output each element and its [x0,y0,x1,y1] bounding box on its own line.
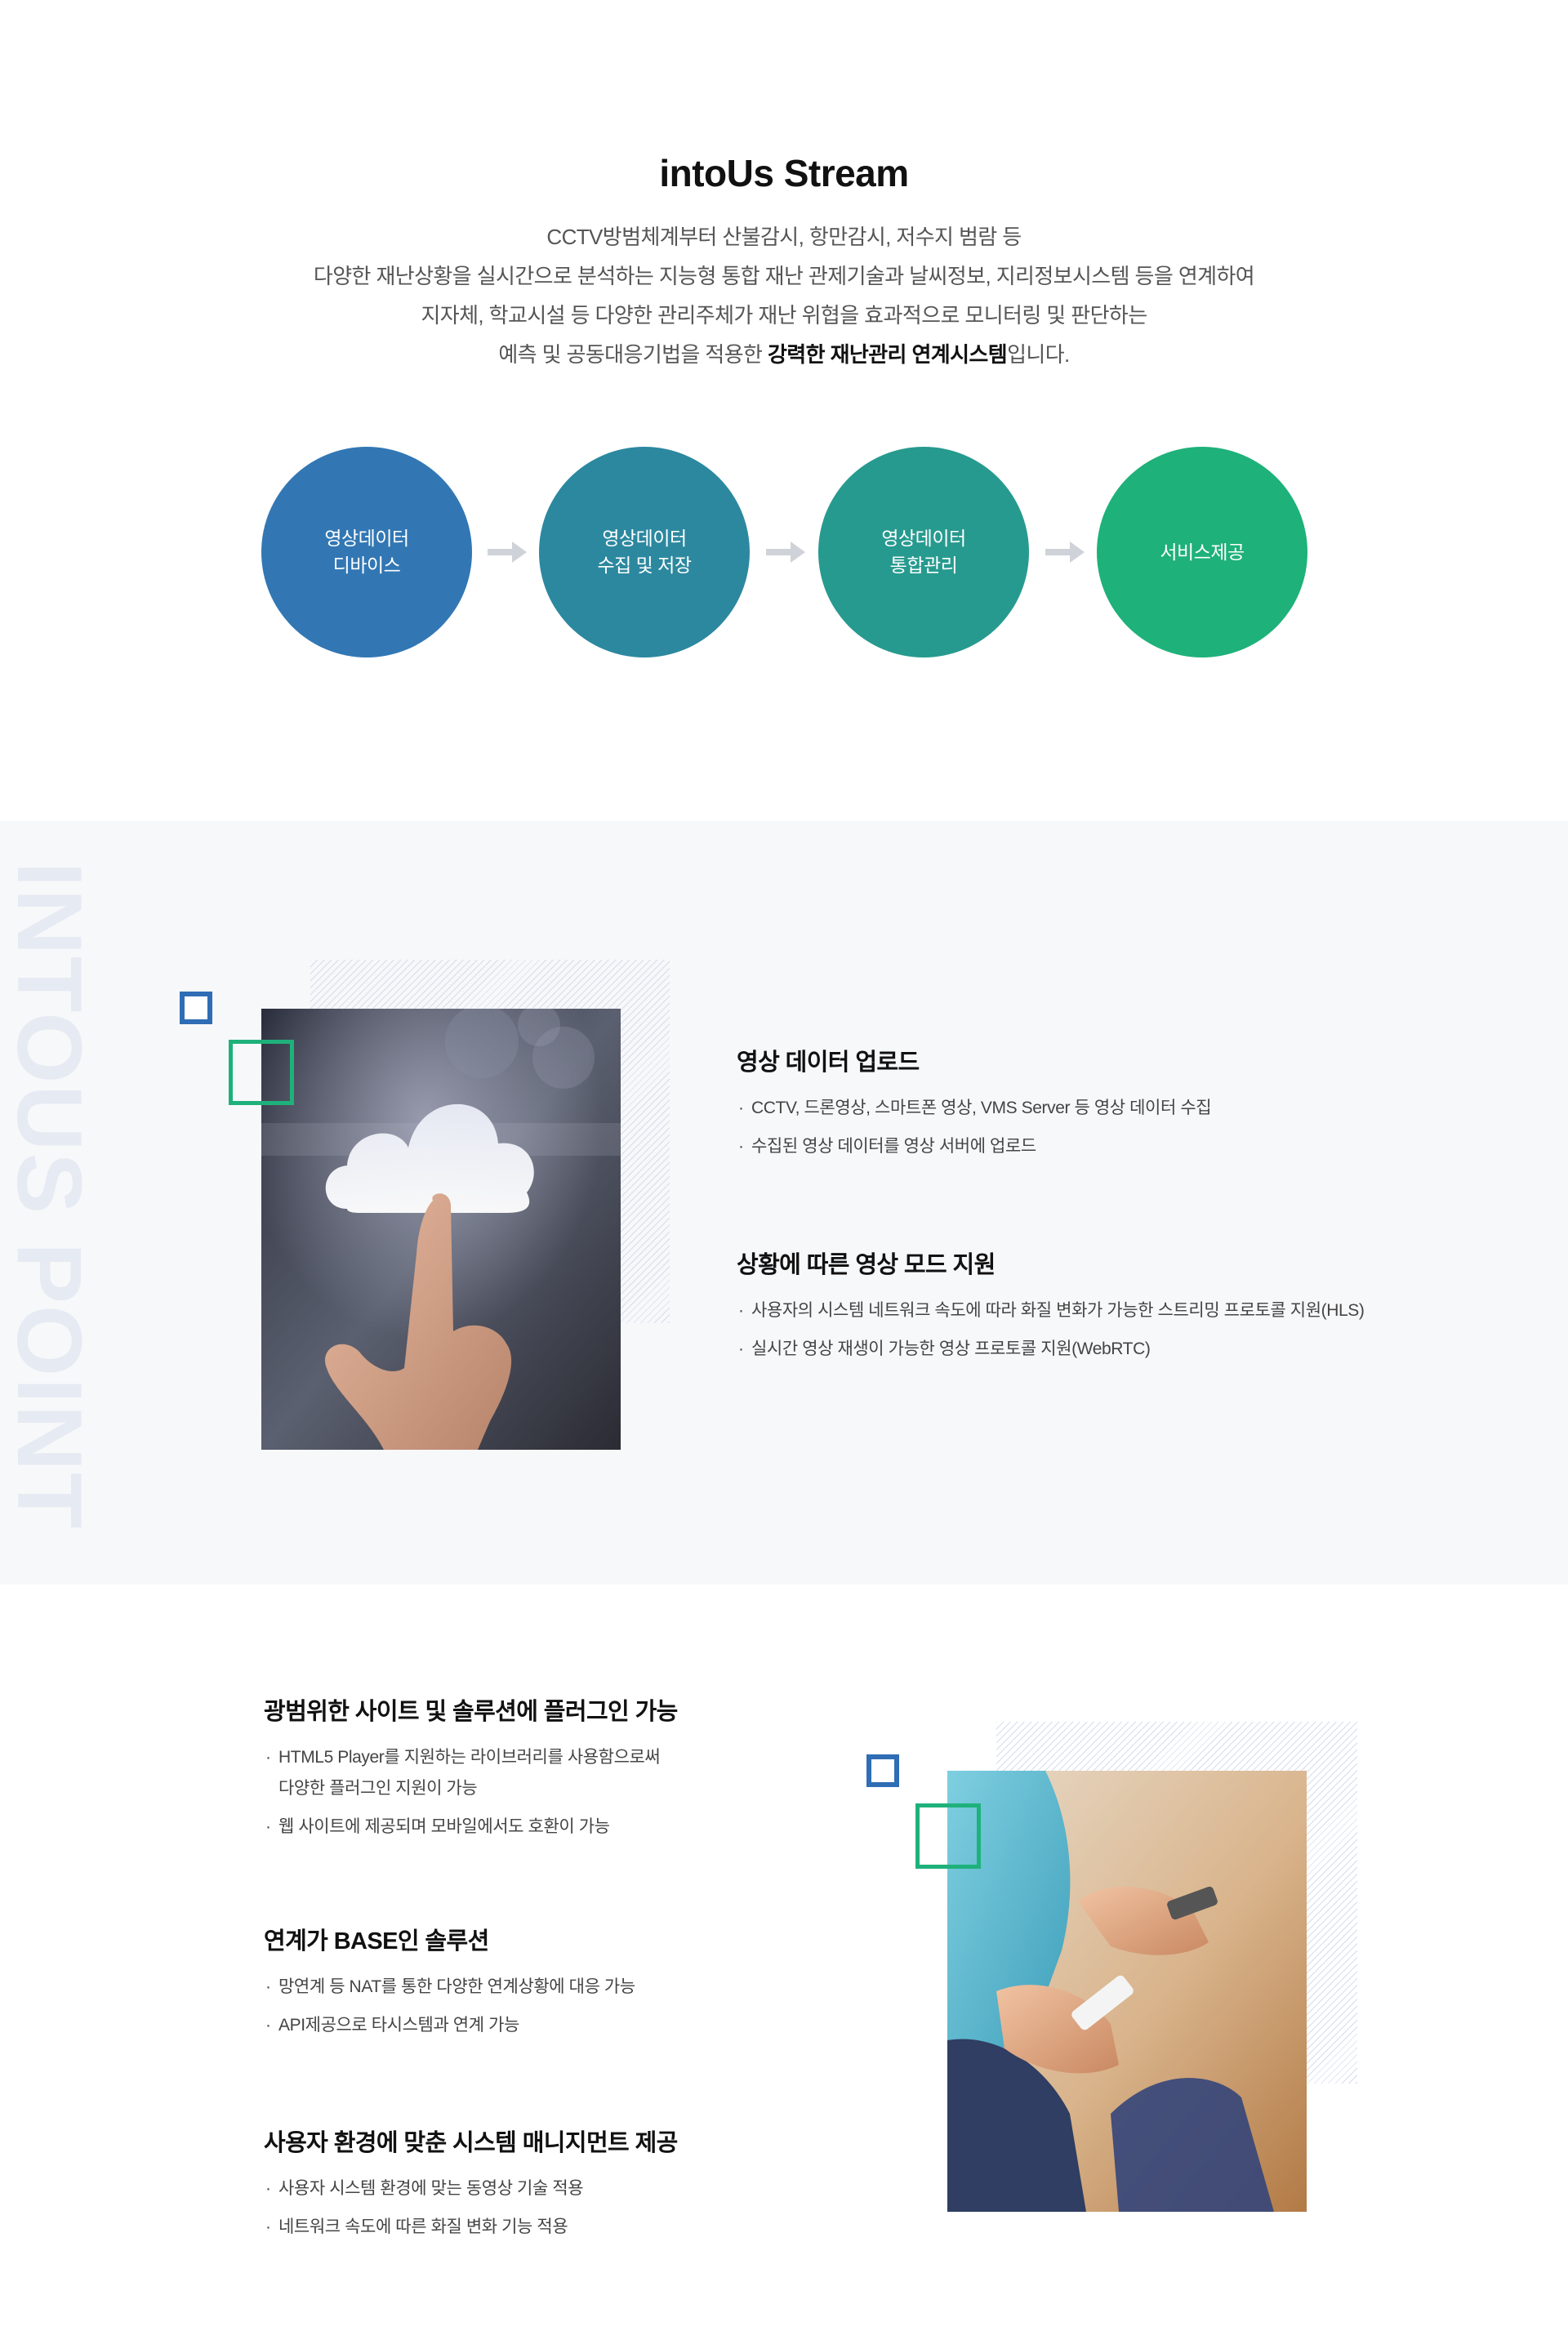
feature-item: 네트워크 속도에 따른 화질 변화 기능 적용 [264,2218,852,2237]
feature-item: HTML5 Player를 지원하는 라이브러리를 사용함으로써 다양한 플러그… [264,1748,852,1799]
flow-step-service: 서비스제공 [1097,447,1307,657]
intro-line: CCTV방범체계부터 산불감시, 항만감시, 저수지 범람 등 [546,225,1022,249]
feature-item: CCTV, 드론영상, 스마트폰 영상, VMS Server 등 영상 데이터… [737,1099,1472,1118]
feature-item: 웹 사이트에 제공되며 모바일에서도 호환이 가능 [264,1817,852,1837]
feature-base-solution: 연계가 BASE인 솔루션 망연계 등 NAT를 통한 다양한 연계상황에 대응… [264,1922,852,2054]
flow-step-label: 서비스제공 [1160,541,1245,563]
feature-video-mode: 상황에 따른 영상 모드 지원 사용자의 시스템 네트워크 속도에 따라 화질 … [737,1246,1472,1378]
svg-text:INTOUS POINT: INTOUS POINT [0,862,98,1530]
flow-step-manage: 영상데이터 통합관리 [818,447,1029,657]
feature-plugin: 광범위한 사이트 및 솔루션에 플러그인 가능 HTML5 Player를 지원… [264,1692,852,1856]
intro-text: 예측 및 공동대응기법을 적용한 [498,342,768,367]
intro-section: intoUs Stream CCTV방범체계부터 산불감시, 항만감시, 저수지… [0,0,1568,821]
solution-section: 광범위한 사이트 및 솔루션에 플러그인 가능 HTML5 Player를 지원… [0,1585,1568,2349]
feature-item-line: HTML5 Player를 지원하는 라이브러리를 사용함으로써 [278,1748,661,1767]
intro-line-highlight: 예측 및 공동대응기법을 적용한 강력한 재난관리 연계시스템입니다. [0,335,1568,374]
feature-title: 연계가 BASE인 솔루션 [264,1928,489,1955]
decor-square-blue [180,992,212,1024]
feature-item: 망연계 등 NAT를 통한 다양한 연계상황에 대응 가능 [264,1977,852,1997]
decor-square-green [229,1040,294,1105]
point-section: INTOUS POINT 영상 데이터 업로드 · CCTV, 드론영상, 스마… [0,821,1568,1585]
feature-title: 사용자 환경에 맞춘 시스템 매니지먼트 제공 [264,2130,678,2156]
feature-item: 사용자 시스템 환경에 맞는 동영상 기술 적용 [264,2179,852,2199]
feature-title: 광범위한 사이트 및 솔루션에 플러그인 가능 [264,1699,678,1725]
page-title: intoUs Stream [659,152,909,194]
arrow-right-icon [488,542,527,563]
flow-step-device: 영상데이터 디바이스 [261,447,472,657]
watermark-text: INTOUS POINT [0,854,100,1572]
intro-description: CCTV방범체계부터 산불감시, 항만감시, 저수지 범람 등 다양한 재난상황… [0,217,1568,374]
decor-square-blue [866,1754,899,1787]
flow-step-label: 영상데이터 디바이스 [324,528,409,576]
feature-item: 사용자의 시스템 네트워크 속도에 따라 화질 변화가 가능한 스트리밍 프로토… [737,1301,1472,1321]
feature-item: 실시간 영상 재생이 가능한 영상 프로토콜 지원(WebRTC) [737,1339,1472,1359]
process-flow: 영상데이터 디바이스 영상데이터 수집 및 저장 영상데이터 통합관리 서비스제… [0,447,1568,659]
flow-step-label: 영상데이터 통합관리 [881,528,966,576]
feature-video-upload: 영상 데이터 업로드 CCTV, 드론영상, 스마트폰 영상, VMS Serv… [737,1043,1472,1175]
smartphone-hands-image [947,1771,1307,2212]
intro-highlight-text: 강력한 재난관리 연계시스템 [767,342,1008,367]
feature-item: API제공으로 타시스템과 연계 가능 [264,2016,852,2035]
feature-system-management: 사용자 환경에 맞춘 시스템 매니지먼트 제공 사용자 시스템 환경에 맞는 동… [264,2124,852,2256]
arrow-right-icon [1045,542,1085,563]
intro-line: 다양한 재난상황을 실시간으로 분석하는 지능형 통합 재난 관제기술과 날씨정… [313,264,1255,288]
feature-item-line: 다양한 플러그인 지원이 가능 [278,1779,478,1798]
feature-item: 수집된 영상 데이터를 영상 서버에 업로드 [737,1137,1472,1157]
feature-title: 영상 데이터 업로드 [737,1050,920,1076]
decor-square-green [915,1803,981,1869]
intro-line: 지자체, 학교시설 등 다양한 관리주체가 재난 위협을 효과적으로 모니터링 … [421,303,1147,328]
flow-step-label: 영상데이터 수집 및 저장 [597,528,692,576]
cloud-touch-image [261,1009,621,1450]
flow-step-collect: 영상데이터 수집 및 저장 [539,447,750,657]
intro-text: 입니다. [1007,342,1070,367]
arrow-right-icon [766,542,805,563]
feature-title: 상황에 따른 영상 모드 지원 [737,1252,996,1278]
